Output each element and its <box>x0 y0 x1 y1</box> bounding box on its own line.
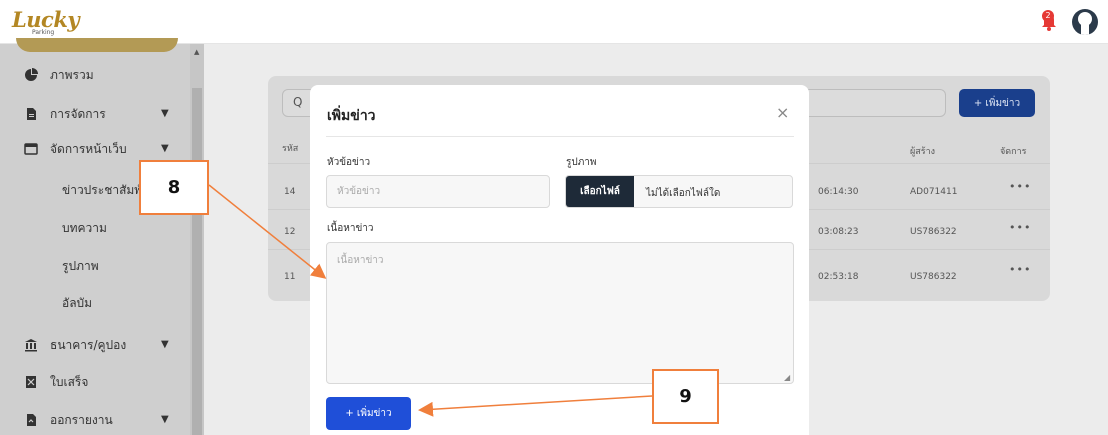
sidebar-active-pill <box>16 38 178 52</box>
table-row-time: 06:14:30 <box>818 187 859 197</box>
pie-chart-icon <box>25 68 38 81</box>
sidebar-subitem-images[interactable]: รูปภาพ <box>62 257 99 276</box>
table-row-id: 11 <box>284 272 296 282</box>
column-header-id: รหัส <box>282 144 299 154</box>
table-row-id: 14 <box>284 187 296 197</box>
sidebar-item-label: จัดการหน้าเว็บ <box>50 141 127 156</box>
table-row-time: 03:08:23 <box>818 227 859 237</box>
close-icon[interactable]: × <box>776 103 789 122</box>
headline-label: หัวข้อข่าว <box>327 157 371 168</box>
document-icon <box>27 108 36 120</box>
sidebar-item-reports[interactable]: ออกรายงาน <box>24 410 113 430</box>
chevron-down-icon[interactable]: ▼ <box>161 143 169 154</box>
table-row-id: 12 <box>284 227 296 237</box>
report-icon <box>27 414 36 426</box>
sidebar-item-management[interactable]: การจัดการ <box>24 104 106 124</box>
table-row-creator: US786322 <box>910 272 957 282</box>
chevron-down-icon[interactable]: ▼ <box>161 414 169 425</box>
row-actions-icon[interactable]: ••• <box>1009 263 1031 276</box>
lucky-parking-logo[interactable]: Lucky Parking <box>12 7 80 37</box>
table-row-creator: US786322 <box>910 227 957 237</box>
notification-badge: 2 <box>1042 10 1054 22</box>
content-label: เนื้อหาข่าว <box>327 223 374 234</box>
sidebar-scroll-thumb[interactable] <box>192 88 202 435</box>
logo-subtext: Parking <box>32 29 55 36</box>
sidebar-item-overview[interactable]: ภาพรวม <box>24 65 94 85</box>
resize-handle-icon[interactable]: ◢ <box>784 373 790 382</box>
sidebar-item-label: ออกรายงาน <box>50 412 113 427</box>
modal-title: เพิ่มข่าว <box>327 108 376 124</box>
sidebar-item-receipts[interactable]: ใบเสร็จ <box>24 372 88 392</box>
image-label: รูปภาพ <box>566 157 597 168</box>
window-icon <box>24 143 38 155</box>
choose-file-button[interactable]: เลือกไฟล์ <box>566 176 634 207</box>
chevron-down-icon[interactable]: ▼ <box>161 339 169 350</box>
table-row-creator: AD071411 <box>910 187 958 197</box>
user-silhouette-icon <box>1078 12 1092 35</box>
sidebar-subitem-articles[interactable]: บทความ <box>62 219 107 238</box>
column-header-creator: ผู้สร้าง <box>910 147 936 157</box>
receipt-icon <box>26 376 36 388</box>
scroll-up-arrow-icon[interactable]: ▲ <box>194 48 199 56</box>
add-news-button-background[interactable]: + เพิ่มข่าว <box>959 89 1035 117</box>
user-avatar[interactable] <box>1072 9 1098 35</box>
bank-icon <box>25 339 37 352</box>
column-header-actions: จัดการ <box>1000 147 1027 157</box>
sidebar-item-label: ภาพรวม <box>50 67 94 82</box>
sidebar-item-web-management[interactable]: จัดการหน้าเว็บ <box>24 139 127 159</box>
add-news-modal: เพิ่มข่าว × หัวข้อข่าว รูปภาพ เนื้อหาข่า… <box>310 85 809 435</box>
file-status-text: ไม่ได้เลือกไฟล์ใด <box>646 188 721 199</box>
sidebar-item-label: การจัดการ <box>50 106 106 121</box>
row-actions-icon[interactable]: ••• <box>1009 221 1031 234</box>
annotation-box-8: 8 <box>139 160 209 215</box>
modal-divider <box>326 136 794 137</box>
sidebar-subitem-albums[interactable]: อัลบัม <box>62 294 92 313</box>
search-icon: Q <box>293 95 303 109</box>
headline-input[interactable] <box>326 175 550 208</box>
annotation-box-9: 9 <box>652 369 719 424</box>
row-actions-icon[interactable]: ••• <box>1009 180 1031 193</box>
sidebar-item-label: ธนาคาร/คูปอง <box>50 337 127 352</box>
chevron-down-icon[interactable]: ▼ <box>161 108 169 119</box>
sidebar-item-label: ใบเสร็จ <box>50 374 89 389</box>
sidebar-item-bank-coupon[interactable]: ธนาคาร/คูปอง <box>24 335 126 355</box>
add-news-submit-button[interactable]: + เพิ่มข่าว <box>326 397 411 430</box>
search-input-right[interactable] <box>792 89 946 117</box>
content-textarea[interactable] <box>326 242 794 384</box>
table-row-time: 02:53:18 <box>818 272 859 282</box>
